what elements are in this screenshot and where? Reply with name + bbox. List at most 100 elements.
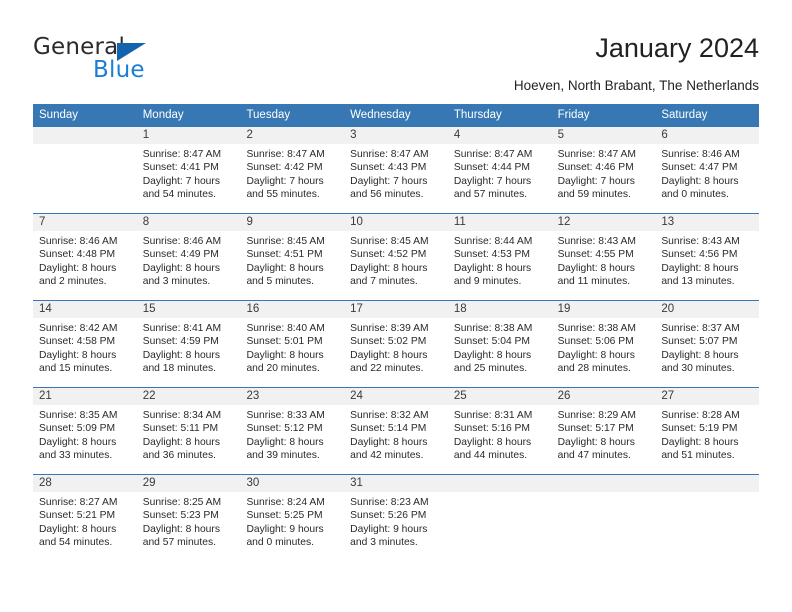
sunrise-text: Sunrise: 8:38 AM [453, 323, 533, 334]
calendar-day-cell[interactable]: 4 Sunrise: 8:47 AM Sunset: 4:44 PM Dayli… [447, 127, 552, 213]
sunset-text: Sunset: 5:21 PM [39, 510, 116, 522]
day-details: Sunrise: 8:46 AM Sunset: 4:47 PM Dayligh… [655, 144, 759, 206]
calendar-day-cell[interactable]: 21 Sunrise: 8:35 AM Sunset: 5:09 PM Dayl… [33, 388, 137, 474]
calendar-week-row: 14 Sunrise: 8:42 AM Sunset: 4:58 PM Dayl… [33, 300, 760, 387]
daylight-text-line2: and 25 minutes. [453, 363, 528, 375]
calendar-day-cell[interactable]: 9 Sunrise: 8:45 AM Sunset: 4:51 PM Dayli… [240, 214, 345, 300]
sunset-text: Sunset: 4:52 PM [350, 249, 427, 261]
daylight-text-line2: and 57 minutes. [453, 189, 528, 201]
day-number: 30 [240, 475, 345, 492]
calendar-day-cell[interactable]: 15 Sunrise: 8:41 AM Sunset: 4:59 PM Dayl… [136, 301, 241, 387]
calendar-day-cell[interactable]: 7 Sunrise: 8:46 AM Sunset: 4:48 PM Dayli… [33, 214, 137, 300]
calendar-day-cell[interactable]: 28 Sunrise: 8:27 AM Sunset: 5:21 PM Dayl… [33, 475, 137, 561]
daylight-text-line2: and 44 minutes. [453, 450, 528, 462]
calendar-day-cell[interactable]: 2 Sunrise: 8:47 AM Sunset: 4:42 PM Dayli… [240, 127, 345, 213]
daylight-text-line2: and 15 minutes. [39, 363, 113, 375]
sunrise-text: Sunrise: 8:44 AM [453, 236, 533, 247]
weekday-header-monday: Monday [142, 109, 184, 121]
daylight-text-line1: Daylight: 8 hours [557, 436, 635, 448]
day-number: 31 [344, 475, 448, 492]
sunset-text: Sunset: 4:43 PM [350, 162, 427, 174]
daylight-text-line2: and 51 minutes. [661, 450, 735, 462]
calendar-day-cell[interactable]: 1 Sunrise: 8:47 AM Sunset: 4:41 PM Dayli… [136, 127, 241, 213]
general-blue-logo[interactable]: General Blue [33, 34, 233, 90]
calendar-day-cell[interactable]: 30 Sunrise: 8:24 AM Sunset: 5:25 PM Dayl… [240, 475, 345, 561]
daylight-text-line2: and 3 minutes. [142, 276, 211, 288]
daylight-text-line2: and 5 minutes. [246, 276, 314, 288]
sunrise-text: Sunrise: 8:43 AM [557, 236, 637, 247]
sunset-text: Sunset: 4:42 PM [246, 162, 323, 174]
day-details: Sunrise: 8:29 AM Sunset: 5:17 PM Dayligh… [552, 405, 656, 467]
day-details: Sunrise: 8:43 AM Sunset: 4:56 PM Dayligh… [655, 231, 759, 293]
day-details: Sunrise: 8:43 AM Sunset: 4:55 PM Dayligh… [552, 231, 656, 293]
calendar-day-cell[interactable]: 31 Sunrise: 8:23 AM Sunset: 5:26 PM Dayl… [344, 475, 448, 561]
calendar-day-cell[interactable]: 24 Sunrise: 8:32 AM Sunset: 5:14 PM Dayl… [344, 388, 448, 474]
calendar-day-cell[interactable]: 6 Sunrise: 8:46 AM Sunset: 4:47 PM Dayli… [655, 127, 760, 213]
calendar-day-cell[interactable]: 3 Sunrise: 8:47 AM Sunset: 4:43 PM Dayli… [344, 127, 448, 213]
calendar-day-cell[interactable]: 17 Sunrise: 8:39 AM Sunset: 5:02 PM Dayl… [344, 301, 448, 387]
weekday-header-wednesday: Wednesday [350, 109, 411, 121]
day-details: Sunrise: 8:47 AM Sunset: 4:41 PM Dayligh… [137, 144, 241, 206]
day-number: 27 [655, 388, 760, 405]
day-details: Sunrise: 8:32 AM Sunset: 5:14 PM Dayligh… [344, 405, 448, 467]
calendar-day-cell[interactable]: 13 Sunrise: 8:43 AM Sunset: 4:56 PM Dayl… [655, 214, 760, 300]
weekday-header-saturday: Saturday [661, 109, 708, 121]
sunset-text: Sunset: 5:09 PM [39, 423, 116, 435]
day-details: Sunrise: 8:23 AM Sunset: 5:26 PM Dayligh… [344, 492, 448, 554]
calendar-day-cell[interactable]: 22 Sunrise: 8:34 AM Sunset: 5:11 PM Dayl… [136, 388, 241, 474]
calendar-day-cell[interactable]: 8 Sunrise: 8:46 AM Sunset: 4:49 PM Dayli… [136, 214, 241, 300]
sunset-text: Sunset: 4:47 PM [661, 162, 738, 174]
day-details: Sunrise: 8:28 AM Sunset: 5:19 PM Dayligh… [655, 405, 759, 467]
daylight-text-line1: Daylight: 8 hours [39, 262, 117, 274]
day-details: Sunrise: 8:40 AM Sunset: 5:01 PM Dayligh… [240, 318, 344, 380]
calendar-day-cell[interactable]: 23 Sunrise: 8:33 AM Sunset: 5:12 PM Dayl… [240, 388, 345, 474]
sunset-text: Sunset: 4:48 PM [39, 249, 116, 261]
sunset-text: Sunset: 4:55 PM [557, 249, 634, 261]
calendar-day-cell[interactable]: 19 Sunrise: 8:38 AM Sunset: 5:06 PM Dayl… [551, 301, 656, 387]
sunset-text: Sunset: 5:11 PM [142, 423, 219, 435]
weekday-header-thursday: Thursday [453, 109, 502, 121]
calendar-day-cell[interactable]: 29 Sunrise: 8:25 AM Sunset: 5:23 PM Dayl… [136, 475, 241, 561]
calendar-day-cell[interactable]: 27 Sunrise: 8:28 AM Sunset: 5:19 PM Dayl… [655, 388, 760, 474]
daylight-text-line1: Daylight: 7 hours [142, 175, 220, 187]
calendar-day-cell[interactable]: 14 Sunrise: 8:42 AM Sunset: 4:58 PM Dayl… [33, 301, 137, 387]
sunrise-text: Sunrise: 8:41 AM [142, 323, 222, 334]
day-number: 11 [447, 214, 552, 231]
day-number: 9 [240, 214, 345, 231]
calendar-day-cell[interactable]: 18 Sunrise: 8:38 AM Sunset: 5:04 PM Dayl… [447, 301, 552, 387]
day-number [447, 475, 552, 492]
calendar-day-cell [33, 127, 137, 213]
calendar-day-cell[interactable]: 12 Sunrise: 8:43 AM Sunset: 4:55 PM Dayl… [551, 214, 656, 300]
calendar-day-cell[interactable]: 16 Sunrise: 8:40 AM Sunset: 5:01 PM Dayl… [240, 301, 345, 387]
calendar-day-cell[interactable]: 26 Sunrise: 8:29 AM Sunset: 5:17 PM Dayl… [551, 388, 656, 474]
day-number: 19 [551, 301, 656, 318]
sunrise-text: Sunrise: 8:46 AM [661, 149, 740, 160]
daylight-text-line1: Daylight: 8 hours [142, 436, 220, 448]
sunrise-text: Sunrise: 8:27 AM [39, 497, 118, 508]
daylight-text-line1: Daylight: 8 hours [39, 523, 117, 535]
daylight-text-line2: and 3 minutes. [350, 537, 418, 549]
sunrise-text: Sunrise: 8:25 AM [142, 497, 222, 508]
daylight-text-line1: Daylight: 9 hours [350, 523, 428, 535]
daylight-text-line2: and 0 minutes. [661, 189, 729, 201]
daylight-text-line1: Daylight: 8 hours [350, 349, 428, 361]
calendar-day-cell[interactable]: 25 Sunrise: 8:31 AM Sunset: 5:16 PM Dayl… [447, 388, 552, 474]
day-details: Sunrise: 8:41 AM Sunset: 4:59 PM Dayligh… [137, 318, 241, 380]
day-number: 28 [33, 475, 137, 492]
daylight-text-line2: and 18 minutes. [142, 363, 216, 375]
calendar-day-cell[interactable]: 11 Sunrise: 8:44 AM Sunset: 4:53 PM Dayl… [447, 214, 552, 300]
page-title: January 2024 [595, 33, 759, 63]
day-details: Sunrise: 8:46 AM Sunset: 4:48 PM Dayligh… [33, 231, 137, 293]
daylight-text-line2: and 9 minutes. [453, 276, 522, 288]
calendar-day-cell[interactable]: 10 Sunrise: 8:45 AM Sunset: 4:52 PM Dayl… [344, 214, 448, 300]
sunset-text: Sunset: 5:12 PM [246, 423, 323, 435]
daylight-text-line2: and 39 minutes. [246, 450, 320, 462]
sunrise-text: Sunrise: 8:39 AM [350, 323, 429, 334]
calendar-day-cell[interactable]: 5 Sunrise: 8:47 AM Sunset: 4:46 PM Dayli… [551, 127, 656, 213]
calendar-day-cell[interactable]: 20 Sunrise: 8:37 AM Sunset: 5:07 PM Dayl… [655, 301, 760, 387]
daylight-text-line1: Daylight: 8 hours [557, 349, 635, 361]
daylight-text-line1: Daylight: 8 hours [350, 262, 428, 274]
day-details: Sunrise: 8:39 AM Sunset: 5:02 PM Dayligh… [344, 318, 448, 380]
sunrise-text: Sunrise: 8:47 AM [557, 149, 637, 160]
daylight-text-line1: Daylight: 8 hours [142, 523, 220, 535]
